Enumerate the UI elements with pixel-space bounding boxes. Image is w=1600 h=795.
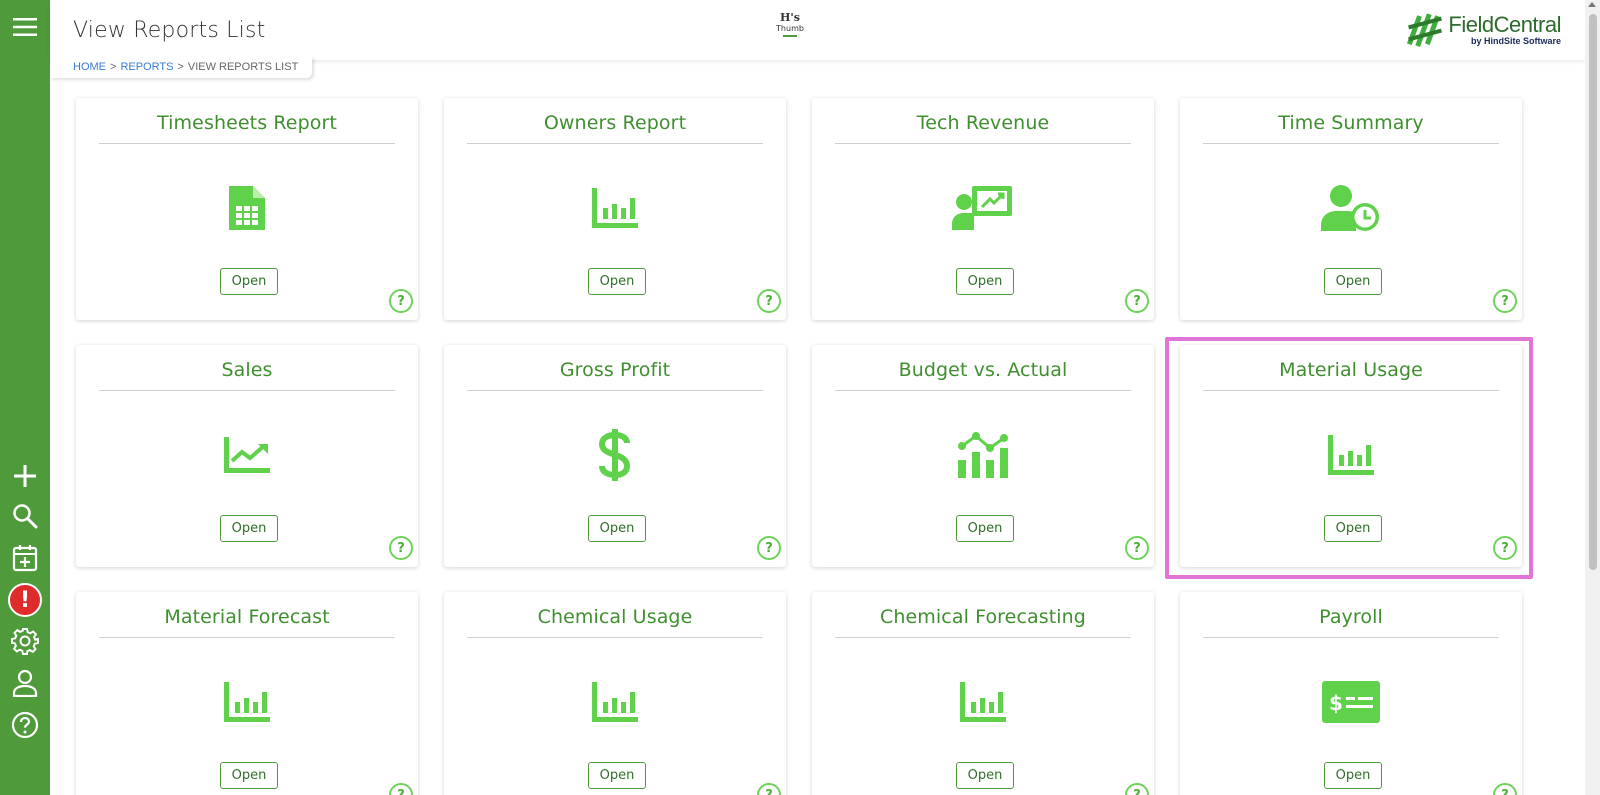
bar-line-chart-icon (812, 427, 1154, 483)
vertical-scrollbar[interactable] (1585, 0, 1600, 795)
company-logo-line2: Thumb (776, 24, 804, 33)
breadcrumb-reports[interactable]: REPORTS (120, 61, 173, 73)
alert-badge: ! (8, 583, 42, 617)
report-card-title: Timesheets Report (99, 108, 395, 144)
help-question-icon[interactable]: ? (757, 536, 781, 560)
breadcrumb-separator: > (177, 61, 184, 73)
report-card-owners-report: Owners Report Open? (444, 98, 786, 320)
report-card-chemical-forecasting: Chemical Forecasting Open? (812, 592, 1154, 795)
bar-chart-icon (812, 674, 1154, 730)
report-card-title: Chemical Forecasting (835, 602, 1131, 638)
report-card-time-summary: Time Summary Open? (1180, 98, 1522, 320)
help-question-icon[interactable]: ? (757, 783, 781, 795)
company-logo-line1: H's (780, 11, 800, 24)
report-card-title: Time Summary (1203, 108, 1499, 144)
brand-subtitle: by HindSite Software (1470, 36, 1561, 46)
report-card-title: Tech Revenue (835, 108, 1131, 144)
report-card-title: Owners Report (467, 108, 763, 144)
report-card-gross-profit: Gross Profit Open? (444, 345, 786, 567)
breadcrumb: HOME > REPORTS > VIEW REPORTS LIST (50, 56, 312, 78)
report-card-material-forecast: Material Forecast Open? (76, 592, 418, 795)
open-report-button[interactable]: Open (956, 762, 1014, 789)
fieldcentral-logo-icon (1406, 11, 1444, 49)
open-report-button[interactable]: Open (1324, 268, 1382, 295)
open-report-button[interactable]: Open (220, 515, 278, 542)
bar-chart-icon (76, 674, 418, 730)
scroll-up-arrow[interactable] (1588, 2, 1596, 7)
report-card-title: Sales (99, 355, 395, 391)
report-card-payroll: Payroll $ Open? (1180, 592, 1522, 795)
open-report-button[interactable]: Open (588, 268, 646, 295)
search-icon[interactable] (0, 502, 50, 530)
gear-icon[interactable] (0, 626, 50, 656)
open-report-button[interactable]: Open (588, 762, 646, 789)
report-card-title: Gross Profit (467, 355, 763, 391)
help-question-icon[interactable]: ? (1125, 783, 1149, 795)
report-card-material-usage: Material Usage Open? (1180, 345, 1522, 567)
help-question-icon[interactable]: ? (757, 289, 781, 313)
help-icon[interactable] (0, 710, 50, 740)
money-check-icon: $ (1180, 674, 1522, 730)
report-card-chemical-usage: Chemical Usage Open? (444, 592, 786, 795)
logo-underline (783, 35, 797, 37)
sidebar: ! (0, 0, 50, 795)
bar-chart-icon (444, 674, 786, 730)
bar-chart-icon (444, 180, 786, 236)
bar-chart-icon (1180, 427, 1522, 483)
breadcrumb-home[interactable]: HOME (73, 61, 106, 73)
help-question-icon[interactable]: ? (1125, 289, 1149, 313)
page-title: View Reports List (73, 18, 266, 43)
breadcrumb-separator: > (110, 61, 117, 73)
open-report-button[interactable]: Open (956, 268, 1014, 295)
help-question-icon[interactable]: ? (1493, 289, 1517, 313)
help-question-icon[interactable]: ? (389, 289, 413, 313)
calendar-add-icon[interactable] (0, 544, 50, 572)
svg-text:$: $ (1329, 691, 1343, 715)
brand-logo[interactable]: FieldCentral by HindSite Software (1406, 10, 1561, 50)
help-question-icon[interactable]: ? (389, 536, 413, 560)
report-card-budget-vs-actual: Budget vs. Actual Open? (812, 345, 1154, 567)
help-question-icon[interactable]: ? (1493, 783, 1517, 795)
menu-icon[interactable] (0, 12, 50, 42)
spreadsheet-icon (76, 180, 418, 236)
report-card-title: Budget vs. Actual (835, 355, 1131, 391)
report-card-title: Chemical Usage (467, 602, 763, 638)
scroll-thumb[interactable] (1589, 14, 1597, 570)
trend-chart-icon (76, 427, 418, 483)
report-card-timesheets-report: Timesheets Report Open? (76, 98, 418, 320)
brand-name: FieldCentral (1448, 12, 1561, 37)
user-icon[interactable] (0, 668, 50, 698)
help-question-icon[interactable]: ? (1125, 536, 1149, 560)
open-report-button[interactable]: Open (220, 762, 278, 789)
presentation-icon (812, 180, 1154, 236)
help-question-icon[interactable]: ? (1493, 536, 1517, 560)
report-card-title: Payroll (1203, 602, 1499, 638)
report-card-tech-revenue: Tech Revenue Open? (812, 98, 1154, 320)
company-logo[interactable]: H's Thumb (772, 12, 808, 37)
breadcrumb-current: VIEW REPORTS LIST (187, 61, 299, 73)
user-clock-icon (1180, 180, 1522, 236)
help-question-icon[interactable]: ? (389, 783, 413, 795)
open-report-button[interactable]: Open (1324, 515, 1382, 542)
report-card-title: Material Usage (1203, 355, 1499, 391)
report-card-title: Material Forecast (99, 602, 395, 638)
alert-icon[interactable]: ! (0, 580, 50, 620)
add-icon[interactable] (0, 462, 50, 490)
report-card-sales: Sales Open? (76, 345, 418, 567)
top-header: View Reports List H's Thumb FieldCentral… (50, 0, 1585, 60)
open-report-button[interactable]: Open (220, 268, 278, 295)
open-report-button[interactable]: Open (588, 515, 646, 542)
dollar-icon (444, 427, 786, 483)
open-report-button[interactable]: Open (1324, 762, 1382, 789)
open-report-button[interactable]: Open (956, 515, 1014, 542)
